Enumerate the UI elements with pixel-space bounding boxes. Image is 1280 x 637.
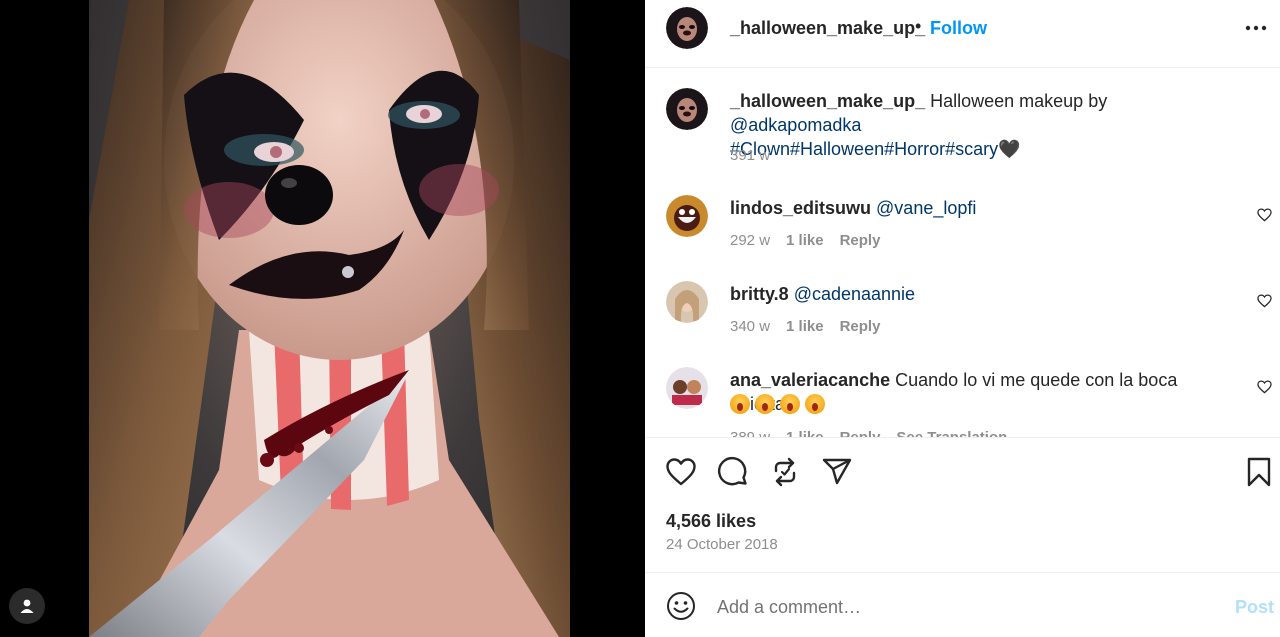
more-options-button[interactable] (1241, 17, 1271, 39)
commenter-avatar[interactable] (666, 195, 708, 237)
caption-body: Halloween makeup by (930, 91, 1108, 111)
avatar-image (666, 195, 708, 237)
post-header: _halloween_make_up_ • Follow (645, 0, 1280, 68)
shocked-face-emoji (755, 394, 775, 414)
post-comment-button[interactable]: Post (1235, 597, 1274, 618)
comment-meta: 389 w 1 like Reply See Translation (730, 429, 1007, 437)
divider (645, 572, 1280, 573)
commenter-username[interactable]: ana_valeriacanche (730, 370, 890, 390)
comment-mention[interactable]: @cadenaannie (794, 284, 915, 304)
post-actions-bar (645, 450, 1280, 496)
avatar-image (666, 88, 708, 130)
bookmark-icon[interactable] (1243, 456, 1275, 488)
avatar-image (666, 7, 708, 49)
caption-text: _halloween_make_up_ Halloween makeup by … (730, 89, 1230, 161)
comment-likes[interactable]: 1 like (786, 232, 824, 249)
comment-time[interactable]: 292 w (730, 232, 770, 249)
commenter-avatar[interactable] (666, 367, 708, 409)
comment-like-heart-icon[interactable] (1257, 380, 1272, 394)
add-comment-input[interactable] (717, 590, 1217, 624)
user-icon (20, 599, 34, 613)
comment-emojis (730, 392, 830, 416)
reply-button[interactable]: Reply (840, 429, 881, 437)
caption-hashtags[interactable]: #Clown#Halloween#Horror#scary (730, 139, 998, 159)
reply-button[interactable]: Reply (840, 318, 881, 335)
share-icon[interactable] (821, 456, 853, 488)
caption-username[interactable]: _halloween_make_up_ (730, 91, 925, 111)
likes-count[interactable]: 4,566 likes (666, 511, 756, 532)
tagged-users-button[interactable] (9, 588, 45, 624)
heart-icon[interactable] (665, 456, 697, 488)
avatar-image (666, 281, 708, 323)
post-photo[interactable] (89, 0, 570, 637)
caption-time[interactable]: 391 w (730, 147, 770, 164)
author-avatar[interactable] (666, 88, 708, 130)
comments-list[interactable]: _halloween_make_up_ Halloween makeup by … (645, 69, 1280, 437)
divider (645, 437, 1280, 438)
comment-text: britty.8 @cadenaannie (730, 282, 1230, 306)
emoji-icon[interactable] (666, 591, 696, 621)
commenter-avatar[interactable] (666, 281, 708, 323)
author-username[interactable]: _halloween_make_up_ (730, 18, 925, 39)
see-translation-button[interactable]: See Translation (896, 429, 1007, 437)
post-side-panel: _halloween_make_up_ • Follow _halloween_… (645, 0, 1280, 637)
comment-like-heart-icon[interactable] (1257, 208, 1272, 222)
caption-meta: 391 w (730, 147, 770, 164)
comment-time[interactable]: 389 w (730, 429, 770, 437)
clown-makeup-photo (89, 0, 570, 637)
comment-icon[interactable] (717, 456, 749, 488)
commenter-username[interactable]: britty.8 (730, 284, 789, 304)
comment-time[interactable]: 340 w (730, 318, 770, 335)
comment-like-heart-icon[interactable] (1257, 294, 1272, 308)
comment-text: lindos_editsuwu @vane_lopfi (730, 196, 1230, 220)
post-date[interactable]: 24 October 2018 (666, 536, 778, 553)
caption-mention[interactable]: @adkapomadka (730, 115, 861, 135)
shocked-face-emoji (780, 394, 800, 414)
shocked-face-emoji (805, 394, 825, 414)
comment-meta: 340 w 1 like Reply (730, 318, 880, 335)
comment-likes[interactable]: 1 like (786, 429, 824, 437)
black-heart-emoji: 🖤 (998, 139, 1021, 159)
comment-mention[interactable]: @vane_lopfi (876, 198, 976, 218)
more-icon (1245, 25, 1267, 31)
repost-icon[interactable] (769, 456, 801, 488)
commenter-username[interactable]: lindos_editsuwu (730, 198, 871, 218)
author-avatar[interactable] (666, 7, 708, 49)
comment-likes[interactable]: 1 like (786, 318, 824, 335)
reply-button[interactable]: Reply (840, 232, 881, 249)
shocked-face-emoji (730, 394, 750, 414)
post-media-area (0, 0, 645, 637)
follow-button[interactable]: Follow (930, 18, 987, 39)
separator-dot: • (915, 16, 922, 36)
avatar-image (666, 367, 708, 409)
comment-meta: 292 w 1 like Reply (730, 232, 880, 249)
